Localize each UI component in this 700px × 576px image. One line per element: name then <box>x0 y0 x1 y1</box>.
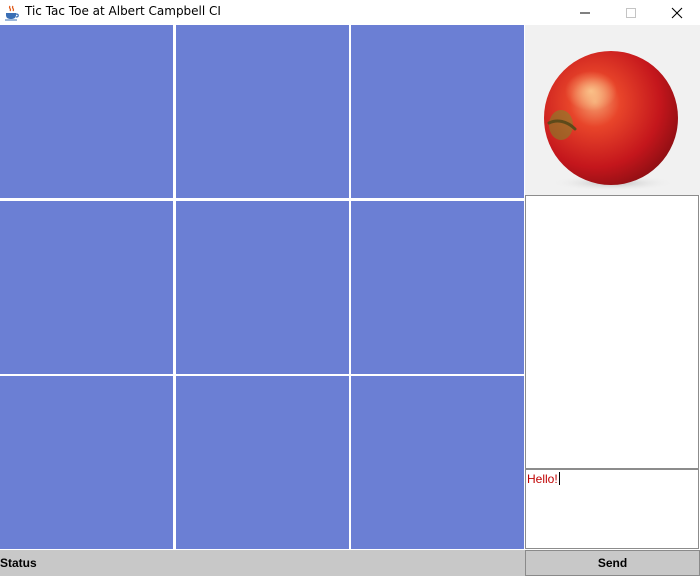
board-cell-4[interactable] <box>0 201 173 374</box>
maximize-button[interactable] <box>608 0 654 25</box>
chat-input-text: Hello! <box>527 472 560 486</box>
java-coffee-cup-icon <box>5 5 19 21</box>
send-button[interactable]: Send <box>525 550 700 576</box>
window-title: Tic Tac Toe at Albert Campbell CI <box>25 4 221 18</box>
chat-input-value: Hello! <box>527 472 558 486</box>
status-label: Status <box>0 556 37 570</box>
apple-image <box>525 25 700 195</box>
maximize-icon <box>626 8 636 18</box>
chat-input-field[interactable]: Hello! <box>525 469 699 549</box>
board-cell-1[interactable] <box>0 25 173 198</box>
send-button-label: Send <box>597 556 628 570</box>
board-cell-9[interactable] <box>351 376 524 549</box>
title-bar: Tic Tac Toe at Albert Campbell CI <box>0 0 700 25</box>
chat-log[interactable] <box>525 195 699 469</box>
minimize-button[interactable] <box>562 0 608 25</box>
close-button[interactable] <box>654 0 700 25</box>
minimize-icon <box>580 12 590 14</box>
board-cell-7[interactable] <box>0 376 173 549</box>
close-icon <box>671 7 683 19</box>
status-bar: Status <box>0 550 525 576</box>
board-cell-5[interactable] <box>176 201 349 374</box>
game-board <box>0 25 525 550</box>
board-cell-8[interactable] <box>176 376 349 549</box>
board-cell-2[interactable] <box>176 25 349 198</box>
text-caret <box>558 472 560 485</box>
board-cell-3[interactable] <box>351 25 524 198</box>
apple-photo <box>525 25 700 195</box>
board-cell-6[interactable] <box>351 201 524 374</box>
